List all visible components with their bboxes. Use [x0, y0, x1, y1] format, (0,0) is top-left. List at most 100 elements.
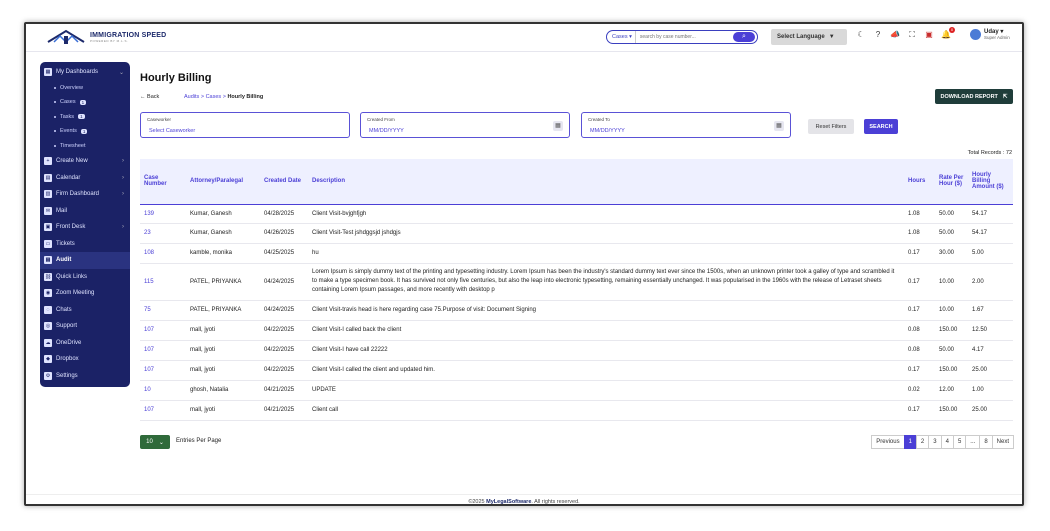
sidebar-item-calendar[interactable]: ▤ Calendar › [40, 170, 130, 187]
col-hours: Hours [904, 159, 935, 205]
sidebar-item-mail[interactable]: ✉ Mail [40, 203, 130, 220]
search-input[interactable] [635, 34, 733, 40]
created-to-field[interactable]: Created To MM/DD/YYYY ▦ [581, 112, 791, 138]
created-to-value: MM/DD/YYYY [590, 128, 625, 134]
notification-badge: 0 [949, 27, 955, 33]
sidebar-subitem-events[interactable]: Events 1 [40, 124, 130, 139]
page-button-3[interactable]: 3 [928, 435, 942, 449]
search-icon: ⌕ [742, 33, 746, 40]
case-number-link[interactable]: 23 [140, 223, 186, 244]
search-button[interactable]: ⌕ [733, 32, 755, 42]
amount-cell: 5.00 [968, 243, 1013, 264]
col-case-number[interactable]: Case Number [140, 159, 186, 205]
user-menu[interactable]: Uday ▾ Super Admin [970, 28, 1010, 40]
amount-cell: 54.17 [968, 204, 1013, 224]
previous-page-button[interactable]: Previous [871, 435, 905, 449]
reset-filters-button[interactable]: Reset Filters [808, 119, 854, 134]
created-from-field[interactable]: Created From MM/DD/YYYY ▦ [360, 112, 570, 138]
user-role: Super Admin [984, 35, 1010, 40]
amount-cell: 2.00 [968, 263, 1013, 301]
back-button[interactable]: ← Back [140, 94, 159, 100]
description-cell: Client Visit-I called back the client [308, 320, 904, 341]
sidebar-item-front-desk[interactable]: ▣ Front Desk › [40, 219, 130, 236]
case-number-link[interactable]: 139 [140, 204, 186, 224]
logo-subtext: POWERED BY M.L.S. [90, 38, 129, 43]
footer-brand-link[interactable]: MyLegalSoftware [486, 499, 531, 504]
col-description: Description [308, 159, 904, 205]
col-attorney[interactable]: Attorney/Paralegal [186, 159, 260, 205]
bell-icon[interactable]: 🔔 0 [941, 27, 955, 40]
sidebar-item-chats[interactable]: ◌ Chats [40, 302, 130, 319]
col-created-date[interactable]: Created Date [260, 159, 308, 205]
caseworker-label: Caseworker [147, 117, 172, 122]
sidebar-subitem-overview[interactable]: Overview [40, 81, 130, 96]
sidebar-subitem-timesheet[interactable]: Timesheet [40, 139, 130, 154]
sidebar-item-firm-dashboard[interactable]: ▥ Firm Dashboard › [40, 186, 130, 203]
page-button-8[interactable]: 8 [979, 435, 993, 449]
sidebar-item-quick-links[interactable]: ⛓ Quick Links [40, 269, 130, 286]
case-number-link[interactable]: 108 [140, 243, 186, 264]
sidebar-subitem-tasks[interactable]: Tasks 1 [40, 110, 130, 125]
page-button-4[interactable]: 4 [940, 435, 954, 449]
plus-icon: + [44, 157, 52, 166]
case-number-link[interactable]: 107 [140, 320, 186, 341]
chat-icon: ◌ [44, 305, 52, 314]
sidebar-item-create-new[interactable]: + Create New › [40, 153, 130, 170]
cloud-icon: ☁ [44, 338, 52, 347]
col-rate: Rate Per Hour ($) [935, 159, 968, 205]
calendar-badge-icon[interactable]: ▣ [924, 30, 934, 40]
hours-cell: 0.08 [904, 320, 935, 341]
hours-cell: 0.17 [904, 243, 935, 264]
page-title: Hourly Billing [140, 72, 212, 84]
moon-icon[interactable]: ☾ [856, 30, 866, 40]
sidebar-item-settings[interactable]: ⚙ Settings [40, 368, 130, 385]
case-number-link[interactable]: 75 [140, 300, 186, 321]
case-number-link[interactable]: 115 [140, 263, 186, 301]
ticket-icon: ▭ [44, 239, 52, 248]
help-icon[interactable]: ? [873, 30, 883, 40]
description-cell: Client Visit-Test jshdggsjd jshdgjs [308, 223, 904, 244]
case-number-link[interactable]: 107 [140, 400, 186, 421]
calendar-icon[interactable]: ▦ [553, 121, 563, 131]
sidebar-item-tickets[interactable]: ▭ Tickets [40, 236, 130, 253]
case-number-link[interactable]: 10 [140, 380, 186, 401]
chevron-down-icon: ⌄ [118, 69, 124, 76]
rate-cell: 50.00 [935, 340, 968, 361]
video-icon: ◉ [44, 289, 52, 298]
sidebar-item-dropbox[interactable]: ◆ Dropbox [40, 351, 130, 368]
sidebar-item-my-dashboards[interactable]: ▦ My Dashboards ⌄ [40, 64, 130, 81]
sidebar-item-zoom-meeting[interactable]: ◉ Zoom Meeting [40, 285, 130, 302]
breadcrumb-cases[interactable]: Cases [206, 94, 222, 100]
calendar-icon[interactable]: ▦ [774, 121, 784, 131]
caseworker-select[interactable]: Caseworker Select Caseworker [140, 112, 350, 138]
count-badge: 1 [80, 128, 88, 134]
page-button-1[interactable]: 1 [903, 435, 917, 449]
megaphone-icon[interactable]: 📣 [890, 30, 900, 40]
sidebar-item-audit[interactable]: ▤ Audit [40, 252, 130, 269]
logo[interactable]: IMMIGRATION SPEED POWERED BY M.L.S. [46, 28, 166, 46]
date-cell: 04/22/2025 [260, 320, 308, 341]
date-cell: 04/22/2025 [260, 340, 308, 361]
page-button-2[interactable]: 2 [915, 435, 930, 449]
sidebar-subitem-cases[interactable]: Cases 1 [40, 95, 130, 110]
rate-cell: 50.00 [935, 223, 968, 244]
case-number-link[interactable]: 107 [140, 360, 186, 381]
search-type-select[interactable]: Cases ▾ [607, 31, 636, 43]
language-select[interactable]: Select Language ▼ [771, 29, 847, 45]
download-report-button[interactable]: DOWNLOAD REPORT ⇱ [935, 89, 1013, 104]
page-button-5[interactable]: 5 [952, 435, 967, 449]
search-filters-button[interactable]: SEARCH [864, 119, 898, 134]
next-page-button[interactable]: Next [991, 435, 1014, 449]
case-number-link[interactable]: 107 [140, 340, 186, 361]
rate-cell: 30.00 [935, 243, 968, 264]
date-cell: 04/26/2025 [260, 223, 308, 244]
table-row: 108 kamble, monika 04/25/2025 hu 0.17 30… [140, 243, 1013, 264]
rate-cell: 12.00 [935, 380, 968, 401]
entries-per-page-select[interactable]: 10 ⌄ [140, 435, 170, 449]
sidebar-item-support[interactable]: ◎ Support [40, 318, 130, 335]
description-cell: Client call [308, 400, 904, 421]
sidebar-item-onedrive[interactable]: ☁ OneDrive [40, 335, 130, 352]
breadcrumb-audits[interactable]: Audits [184, 94, 199, 100]
fullscreen-icon[interactable]: ⛶ [907, 30, 917, 40]
export-icon: ⇱ [1002, 93, 1008, 100]
